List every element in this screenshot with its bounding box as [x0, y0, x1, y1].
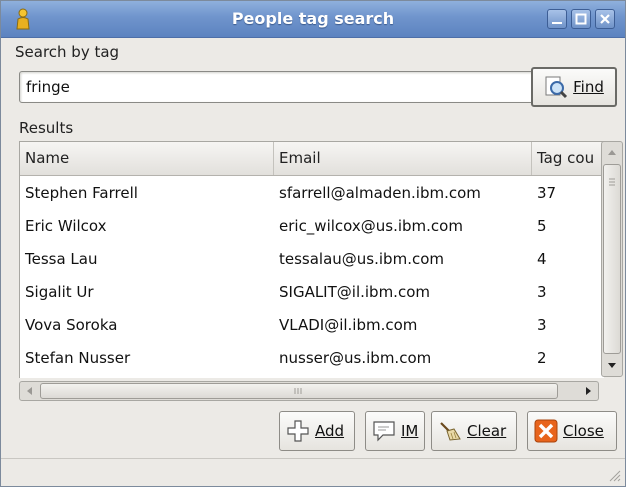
table-row[interactable]: Stefan Nusser nusser@us.ibm.com 2 [20, 342, 604, 375]
cell-email: VLADI@il.ibm.com [279, 316, 418, 334]
close-icon [600, 14, 610, 24]
scroll-right-icon[interactable] [579, 383, 597, 399]
cell-email: sfarrell@almaden.ibm.com [279, 184, 481, 202]
cell-name: Eric Wilcox [25, 217, 107, 235]
resize-grip-icon[interactable] [607, 468, 621, 482]
table-row[interactable]: Vova Soroka VLADI@il.ibm.com 3 [20, 309, 604, 342]
scroll-down-icon[interactable] [603, 355, 621, 375]
column-header-tag-count[interactable]: Tag cou [532, 142, 604, 175]
column-header-email[interactable]: Email [274, 142, 532, 175]
results-table: Name Email Tag cou Stephen Farrell sfarr… [19, 141, 604, 378]
vertical-scroll-thumb[interactable] [603, 164, 621, 354]
column-header-name[interactable]: Name [20, 142, 274, 175]
people-tag-search-window: People tag search Search by tag Find Res… [0, 0, 626, 487]
cell-name: Vova Soroka [25, 316, 118, 334]
add-icon [286, 419, 310, 443]
cell-tag-count: 4 [537, 250, 547, 268]
cell-tag-count: 37 [537, 184, 557, 202]
tag-search-input[interactable] [19, 71, 549, 103]
status-bar [1, 459, 625, 486]
clear-button[interactable]: Clear [431, 411, 517, 451]
broom-icon [438, 419, 462, 443]
add-button[interactable]: Add [279, 411, 355, 451]
find-button-label: Find [573, 78, 604, 96]
table-row[interactable]: Eric Wilcox eric_wilcox@us.ibm.com 5 [20, 210, 604, 243]
cell-tag-count: 3 [537, 316, 547, 334]
results-label: Results [19, 119, 74, 137]
maximize-button[interactable] [571, 9, 591, 29]
cell-name: Stefan Nusser [25, 349, 131, 367]
cell-email: nusser@us.ibm.com [279, 349, 432, 367]
cell-email: SIGALIT@il.ibm.com [279, 283, 430, 301]
im-button[interactable]: IM [365, 411, 425, 451]
vertical-scrollbar[interactable] [601, 141, 623, 377]
cell-name: Sigalit Ur [25, 283, 94, 301]
scroll-left-icon[interactable] [21, 383, 39, 399]
scroll-up-icon[interactable] [603, 143, 621, 163]
maximize-icon [575, 13, 587, 25]
search-by-tag-label: Search by tag [15, 43, 120, 61]
table-row[interactable]: Tessa Lau tessalau@us.ibm.com 4 [20, 243, 604, 276]
clear-button-label: Clear [467, 422, 507, 440]
table-header: Name Email Tag cou [20, 142, 604, 176]
table-row[interactable]: Stephen Farrell sfarrell@almaden.ibm.com… [20, 177, 604, 210]
cell-tag-count: 2 [537, 349, 547, 367]
close-window-button[interactable] [595, 9, 615, 29]
table-row[interactable]: Sigalit Ur SIGALIT@il.ibm.com 3 [20, 276, 604, 309]
close-x-icon [534, 419, 558, 443]
window-title: People tag search [231, 9, 395, 28]
cell-email: eric_wilcox@us.ibm.com [279, 217, 463, 235]
find-button[interactable]: Find [531, 67, 617, 107]
cell-name: Stephen Farrell [25, 184, 138, 202]
horizontal-scroll-thumb[interactable] [40, 383, 558, 399]
chat-bubble-icon [372, 419, 396, 443]
minimize-button[interactable] [547, 9, 567, 29]
im-button-label: IM [401, 422, 419, 440]
cell-tag-count: 3 [537, 283, 547, 301]
minimize-icon [552, 22, 562, 24]
add-button-label: Add [315, 422, 345, 440]
close-button[interactable]: Close [527, 411, 617, 451]
horizontal-scrollbar[interactable] [19, 381, 599, 401]
close-button-label: Close [563, 422, 604, 440]
title-bar[interactable]: People tag search [1, 1, 625, 38]
magnifier-icon [544, 75, 568, 99]
cell-email: tessalau@us.ibm.com [279, 250, 444, 268]
cell-name: Tessa Lau [25, 250, 98, 268]
cell-tag-count: 5 [537, 217, 547, 235]
